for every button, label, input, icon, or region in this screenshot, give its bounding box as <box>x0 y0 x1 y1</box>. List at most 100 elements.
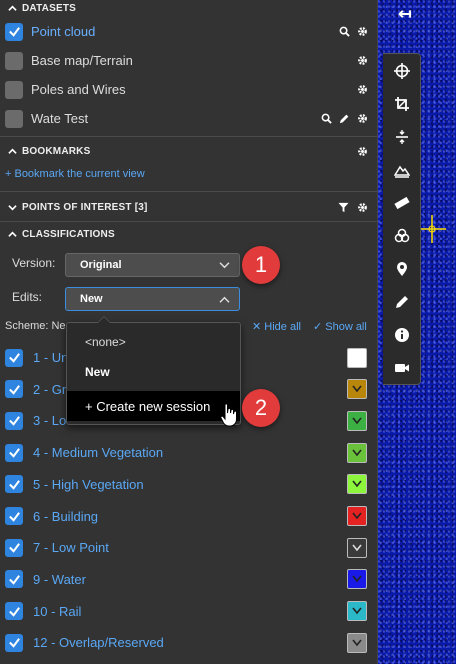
color-swatch[interactable] <box>347 410 367 431</box>
dataset-checkbox[interactable] <box>5 109 23 128</box>
classification-label[interactable]: 6 - Building <box>33 509 98 524</box>
gear-icon[interactable] <box>357 26 368 37</box>
classification-label[interactable]: 1 - Un <box>33 350 68 365</box>
chevron-down-icon <box>352 575 362 583</box>
classification-checkbox[interactable] <box>5 411 23 430</box>
classification-row[interactable]: 6 - Building <box>0 501 377 532</box>
check-icon <box>8 606 20 617</box>
terrain-tool[interactable] <box>383 153 421 186</box>
classification-label[interactable]: 12 - Overlap/Reserved <box>33 635 164 650</box>
info-tool[interactable] <box>383 318 421 351</box>
menu-item-create-new-session[interactable]: + Create new session <box>67 391 240 421</box>
datasets-header[interactable]: DATASETS <box>0 0 377 18</box>
classification-label[interactable]: 5 - High Vegetation <box>33 477 144 492</box>
video-tool[interactable] <box>383 351 421 384</box>
filter-icon[interactable] <box>338 202 349 213</box>
color-swatch[interactable] <box>347 601 367 622</box>
split-tool[interactable] <box>383 120 421 153</box>
info-icon <box>395 327 409 342</box>
dataset-label[interactable]: Poles and Wires <box>31 82 126 97</box>
classification-label[interactable]: 7 - Low Point <box>33 540 109 555</box>
check-icon <box>8 353 20 363</box>
edits-dropdown-menu: <none> New + Create new session <box>66 316 241 425</box>
classification-label[interactable]: 10 - Rail <box>33 604 81 619</box>
layers-tool[interactable] <box>383 219 421 252</box>
target-tool[interactable] <box>383 54 421 87</box>
bookmarks-header[interactable]: BOOKMARKS <box>0 141 377 161</box>
gear-icon[interactable] <box>357 146 368 157</box>
terrain-icon <box>394 165 410 178</box>
dataset-checkbox[interactable] <box>5 51 23 70</box>
color-swatch[interactable] <box>347 537 367 558</box>
classification-row[interactable]: 5 - High Vegetation <box>0 469 377 500</box>
dataset-label[interactable]: Base map/Terrain <box>31 53 133 68</box>
classification-label[interactable]: 9 - Water <box>33 572 86 587</box>
classification-row[interactable]: 7 - Low Point <box>0 532 377 563</box>
version-label: Version: <box>12 256 56 270</box>
layers-icon <box>394 228 410 242</box>
check-icon <box>8 384 20 395</box>
dataset-checkbox[interactable] <box>5 22 23 41</box>
chevron-down-icon <box>352 607 362 615</box>
color-swatch[interactable] <box>347 442 367 463</box>
check-icon <box>8 543 20 553</box>
classification-checkbox[interactable] <box>5 602 23 621</box>
collapse-panel-icon[interactable]: ↤ <box>396 6 414 24</box>
classification-row[interactable]: 9 - Water <box>0 564 377 595</box>
pencil-icon[interactable] <box>339 113 350 124</box>
dataset-checkbox[interactable] <box>5 80 23 99</box>
classification-label[interactable]: 3 - Lo <box>33 413 66 428</box>
color-swatch[interactable] <box>347 379 367 400</box>
poi-header[interactable]: POINTS OF INTEREST [3] <box>0 197 377 217</box>
menu-item-new[interactable]: New <box>67 357 240 387</box>
edits-select[interactable]: New <box>65 287 240 311</box>
show-all-link[interactable]: ✓ Show all <box>313 320 367 333</box>
search-icon[interactable] <box>339 26 350 37</box>
gear-icon[interactable] <box>357 202 368 213</box>
classification-checkbox[interactable] <box>5 633 23 652</box>
gear-icon[interactable] <box>357 113 368 124</box>
search-icon[interactable] <box>321 113 332 124</box>
classification-checkbox[interactable] <box>5 443 23 462</box>
dataset-row-point-cloud[interactable]: Point cloud <box>0 17 377 46</box>
dataset-row-base-map[interactable]: Base map/Terrain <box>0 46 377 75</box>
classification-row[interactable]: 4 - Medium Vegetation <box>0 437 377 468</box>
menu-item-none[interactable]: <none> <box>67 327 240 357</box>
visibility-toggles: ✕ Hide all ✓ Show all <box>252 320 367 333</box>
color-swatch[interactable] <box>347 474 367 495</box>
chevron-down-icon <box>352 417 362 425</box>
dataset-label[interactable]: Point cloud <box>31 24 95 39</box>
classification-checkbox[interactable] <box>5 380 23 399</box>
color-swatch[interactable] <box>347 506 367 526</box>
chevron-down-icon <box>352 544 362 551</box>
crop-tool[interactable] <box>383 87 421 120</box>
check-icon <box>8 638 20 649</box>
version-value: Original <box>80 259 122 271</box>
dataset-row-poles-wires[interactable]: Poles and Wires <box>0 75 377 104</box>
color-swatch[interactable] <box>347 632 367 653</box>
color-swatch[interactable] <box>347 569 367 590</box>
edit-tool[interactable] <box>383 285 421 318</box>
gear-icon[interactable] <box>357 55 368 66</box>
dataset-label[interactable]: Wate Test <box>31 111 88 126</box>
classification-row[interactable]: 10 - Rail <box>0 596 377 627</box>
classification-checkbox[interactable] <box>5 475 23 494</box>
classification-checkbox[interactable] <box>5 507 23 525</box>
classification-checkbox[interactable] <box>5 538 23 557</box>
classification-checkbox[interactable] <box>5 348 23 367</box>
bookmark-current-view-link[interactable]: + Bookmark the current view <box>5 168 145 180</box>
chevron-down-icon <box>352 385 362 393</box>
hide-all-link[interactable]: ✕ Hide all <box>252 320 301 333</box>
location-tool[interactable] <box>383 252 421 285</box>
measure-tool[interactable] <box>383 186 421 219</box>
gear-icon[interactable] <box>357 84 368 95</box>
classification-label[interactable]: 4 - Medium Vegetation <box>33 445 163 460</box>
classifications-header[interactable]: CLASSIFICATIONS <box>0 224 377 244</box>
classification-checkbox[interactable] <box>5 570 23 589</box>
classification-row[interactable]: 12 - Overlap/Reserved <box>0 627 377 658</box>
split-icon <box>396 129 408 144</box>
dataset-row-wate-test[interactable]: Wate Test <box>0 104 377 133</box>
chevron-up-icon <box>8 148 17 154</box>
version-select[interactable]: Original <box>65 253 240 277</box>
color-swatch[interactable] <box>347 347 367 368</box>
